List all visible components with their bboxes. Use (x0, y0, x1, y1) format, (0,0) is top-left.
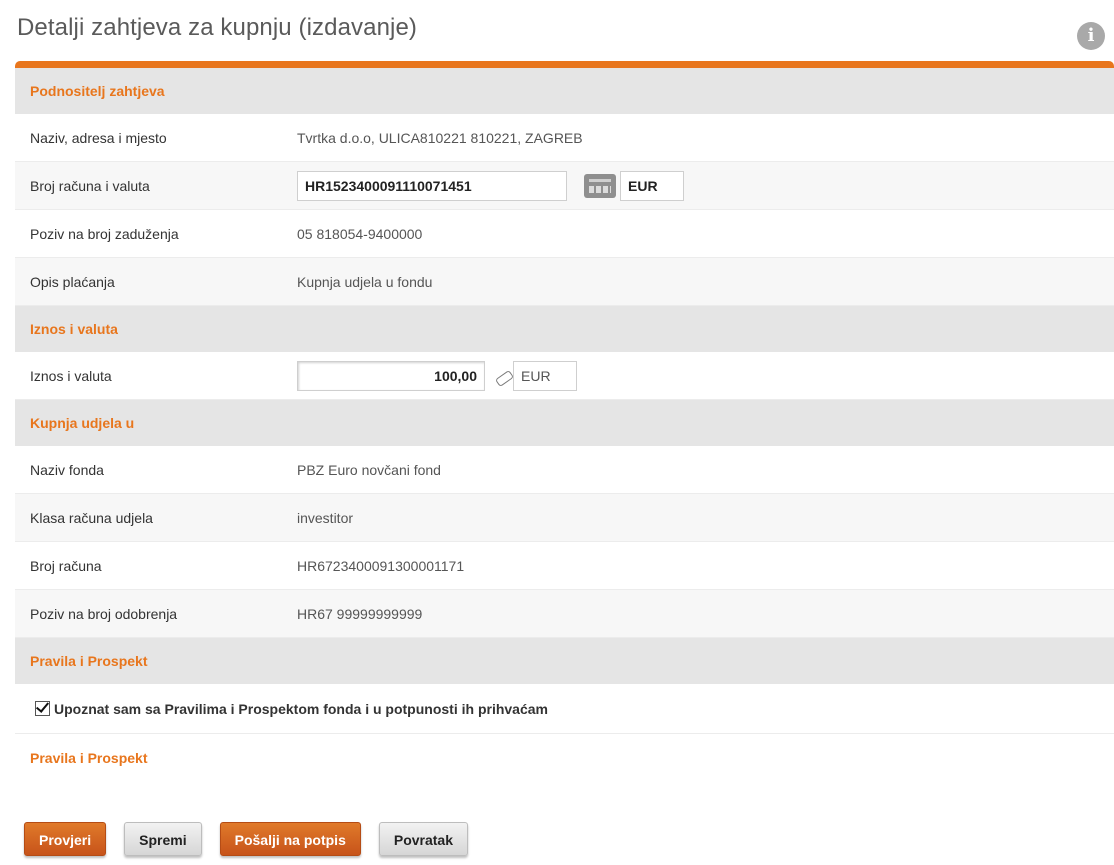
accept-rules-row[interactable]: Upoznat sam sa Pravilima i Prospektom fo… (15, 684, 1114, 734)
send-for-signature-button[interactable]: Pošalji na potpis (219, 822, 361, 856)
amount-currency-field[interactable]: EUR (513, 360, 577, 391)
share-class-value: investitor (297, 509, 354, 526)
section-applicant: Podnositelj zahtjeva (15, 68, 1114, 114)
amount-input[interactable]: 100,00 (297, 360, 485, 391)
action-buttons: Provjeri Spremi Pošalji na potpis Povrat… (24, 822, 486, 856)
fund-account-label: Broj računa (30, 557, 102, 574)
account-picker-icon[interactable] (584, 173, 616, 198)
fund-name-value: PBZ Euro novčani fond (297, 461, 441, 478)
credit-reference-label: Poziv na broj odobrenja (30, 605, 178, 622)
save-button[interactable]: Spremi (124, 822, 202, 856)
request-details-panel: Podnositelj zahtjeva Naziv, adresa i mje… (15, 61, 1114, 782)
payment-description-label: Opis plaćanja (30, 273, 115, 290)
accept-rules-checkbox[interactable] (35, 701, 50, 716)
back-button[interactable]: Povratak (378, 822, 469, 856)
row-name-address: Naziv, adresa i mjesto Tvrtka d.o.o, ULI… (15, 114, 1114, 162)
credit-reference-value: HR67 99999999999 (297, 605, 423, 622)
account-currency-label: Broj računa i valuta (30, 177, 150, 194)
eraser-icon[interactable] (495, 368, 511, 384)
share-class-label: Klasa računa udjela (30, 509, 153, 526)
row-credit-reference: Poziv na broj odobrenja HR67 99999999999 (15, 590, 1114, 638)
account-select[interactable]: HR1523400091110071451 (297, 170, 567, 201)
name-address-label: Naziv, adresa i mjesto (30, 129, 167, 146)
row-fund-name: Naziv fonda PBZ Euro novčani fond (15, 446, 1114, 494)
section-rules: Pravila i Prospekt (15, 638, 1114, 684)
row-fund-account: Broj računa HR6723400091300001171 (15, 542, 1114, 590)
check-button[interactable]: Provjeri (24, 822, 107, 856)
row-account-currency: Broj računa i valuta HR15234000911100714… (15, 162, 1114, 210)
panel-content: Podnositelj zahtjeva Naziv, adresa i mje… (15, 68, 1114, 782)
info-icon[interactable]: i (1077, 22, 1105, 50)
row-amount: Iznos i valuta 100,00 EUR (15, 352, 1114, 400)
debit-reference-label: Poziv na broj zaduženja (30, 225, 179, 242)
fund-account-value: HR6723400091300001171 (297, 557, 465, 574)
account-currency-field[interactable]: EUR (620, 170, 684, 201)
row-debit-reference: Poziv na broj zaduženja 05 818054-940000… (15, 210, 1114, 258)
row-payment-description: Opis plaćanja Kupnja udjela u fondu (15, 258, 1114, 306)
name-address-value: Tvrtka d.o.o, ULICA810221 810221, ZAGREB (297, 129, 583, 146)
amount-label: Iznos i valuta (30, 367, 112, 384)
page-title: Detalji zahtjeva za kupnju (izdavanje) (17, 14, 418, 41)
section-amount: Iznos i valuta (15, 306, 1114, 352)
rules-prospectus-link[interactable]: Pravila i Prospekt (15, 734, 1114, 782)
row-share-class: Klasa računa udjela investitor (15, 494, 1114, 542)
fund-name-label: Naziv fonda (30, 461, 104, 478)
payment-description-value: Kupnja udjela u fondu (297, 273, 433, 290)
accept-rules-label[interactable]: Upoznat sam sa Pravilima i Prospektom fo… (54, 701, 548, 717)
debit-reference-value: 05 818054-9400000 (297, 225, 423, 242)
section-purchase: Kupnja udjela u (15, 400, 1114, 446)
